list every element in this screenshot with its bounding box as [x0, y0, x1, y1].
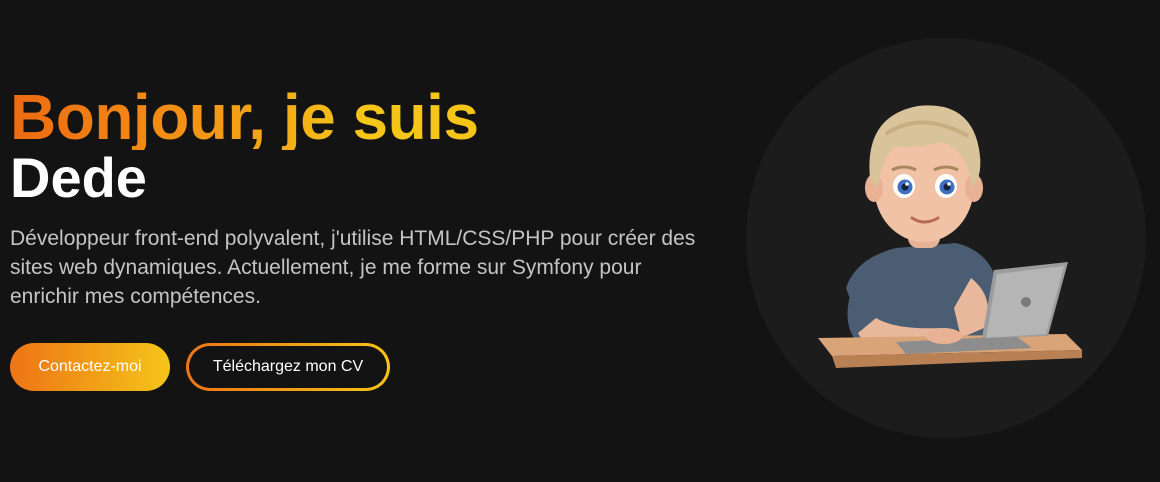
- hero-greeting: Bonjour, je suis: [10, 81, 479, 153]
- avatar-circle: [746, 38, 1146, 438]
- contact-button[interactable]: Contactez-moi: [10, 343, 170, 391]
- hero-actions: Contactez-moi Téléchargez mon CV: [10, 343, 390, 391]
- developer-avatar-laptop-icon: [818, 105, 1082, 368]
- download-cv-button[interactable]: Téléchargez mon CV: [186, 343, 390, 391]
- hero-section: Bonjour, je suis Dede Développeur front-…: [10, 84, 730, 311]
- hero-name: Dede: [10, 146, 147, 209]
- hero-description: Développeur front-end polyvalent, j'util…: [10, 227, 696, 308]
